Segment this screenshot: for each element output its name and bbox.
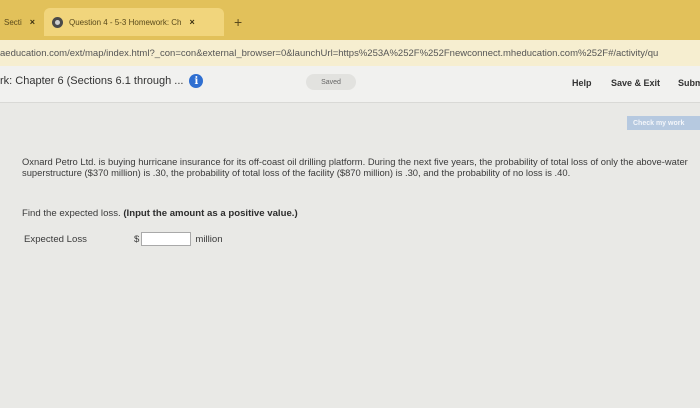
assignment-title-text: rk: Chapter 6 (Sections 6.1 through ... [0,75,184,87]
browser-tab-strip: Secti × Question 4 - 5-3 Homework: Ch × … [0,0,700,40]
assignment-header: rk: Chapter 6 (Sections 6.1 through ... … [0,66,700,103]
info-icon[interactable]: i [189,74,204,88]
submit-button[interactable]: Subm [678,78,700,88]
question-text: Oxnard Petro Ltd. is buying hurricane in… [22,156,688,179]
browser-tab-question[interactable]: Question 4 - 5-3 Homework: Ch × [44,8,224,36]
check-my-work-button[interactable]: Check my work [627,116,700,130]
assignment-title: rk: Chapter 6 (Sections 6.1 through ... … [0,74,204,88]
currency-symbol: $ [134,233,140,245]
question-prompt: Find the expected loss. (Input the amoun… [22,208,298,219]
save-exit-button[interactable]: Save & Exit [611,78,660,88]
close-icon[interactable]: × [30,17,35,27]
saved-status-badge: Saved [306,74,356,90]
address-bar[interactable]: aeducation.com/ext/map/index.html?_con=c… [0,40,700,66]
find-text: Find the expected loss. [22,208,121,219]
close-icon[interactable]: × [190,17,195,27]
expected-loss-label: Expected Loss [24,233,87,245]
help-button[interactable]: Help [572,78,592,88]
site-favicon-icon [52,16,63,28]
find-hint: (Input the amount as a positive value.) [123,208,298,219]
unit-label: million [195,233,223,245]
answer-row: Expected Loss $ million [24,231,223,247]
tab-label: Secti [4,17,22,27]
tab-label: Question 4 - 5-3 Homework: Ch [69,17,182,27]
browser-tab-section[interactable]: Secti × [0,8,44,36]
url-text: aeducation.com/ext/map/index.html?_con=c… [0,47,659,59]
expected-loss-input[interactable] [141,232,192,246]
new-tab-button[interactable]: + [234,14,242,30]
